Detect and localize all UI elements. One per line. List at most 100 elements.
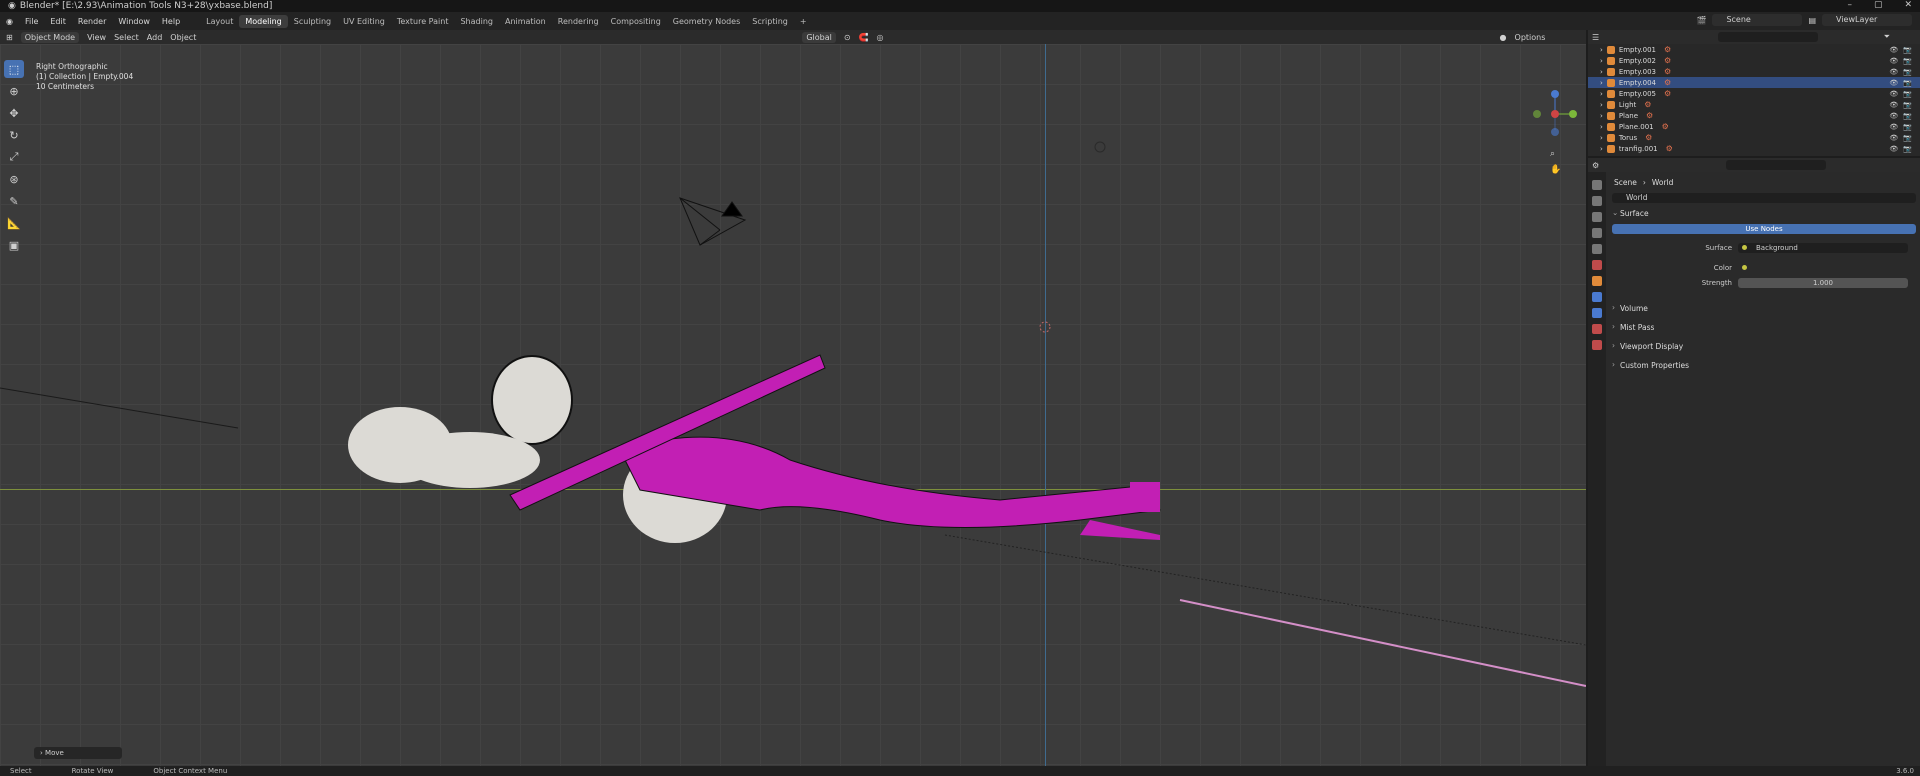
menu-help[interactable]: Help [156, 17, 186, 26]
expand-arrow-icon[interactable]: › [1600, 68, 1603, 76]
physics-tab-icon[interactable] [1592, 292, 1602, 302]
modifier-icon: ⚙ [1661, 122, 1669, 131]
menu-file[interactable]: File [19, 17, 44, 26]
tab-shading[interactable]: Shading [454, 15, 499, 28]
surface-panel-header[interactable]: Surface [1608, 203, 1920, 222]
world-properties: Scene › World World Surface Use Nodes Su… [1608, 172, 1920, 374]
3d-cursor [1039, 321, 1051, 333]
visibility-eye-icon[interactable]: 👁 [1889, 68, 1898, 76]
outliner-row[interactable]: › tranfig.001 ⚙ 👁 📷 [1588, 143, 1920, 154]
visibility-eye-icon[interactable]: 👁 [1889, 134, 1898, 142]
visibility-eye-icon[interactable]: 👁 [1889, 46, 1898, 54]
color-field[interactable] [1738, 263, 1908, 273]
custom-properties-panel-header[interactable]: Custom Properties [1608, 355, 1920, 374]
visibility-eye-icon[interactable]: 👁 [1889, 90, 1898, 98]
expand-arrow-icon[interactable]: › [1600, 112, 1603, 120]
texture-tab-icon[interactable] [1592, 340, 1602, 350]
filter-icon[interactable]: ⏷ [1884, 32, 1890, 42]
camera-object [679, 197, 747, 246]
last-operator-panel[interactable]: › Move [34, 747, 122, 759]
expand-arrow-icon[interactable]: › [1600, 134, 1603, 142]
modifier-icon: ⚙ [1663, 56, 1672, 65]
outliner-editor-icon[interactable]: ☰ [1592, 33, 1599, 42]
object-tab-icon[interactable] [1592, 276, 1602, 286]
render-camera-icon[interactable]: 📷 [1903, 101, 1912, 109]
tab-geometry-nodes[interactable]: Geometry Nodes [667, 15, 746, 28]
render-camera-icon[interactable]: 📷 [1903, 68, 1912, 76]
properties-editor-icon[interactable]: ⚙ [1592, 161, 1599, 170]
use-nodes-button[interactable]: Use Nodes [1612, 224, 1916, 234]
render-tab-icon[interactable] [1592, 196, 1602, 206]
expand-arrow-icon[interactable]: › [1600, 90, 1603, 98]
expand-arrow-icon[interactable]: › [1600, 79, 1603, 87]
modifier-icon: ⚙ [1646, 111, 1654, 120]
properties-search-input[interactable] [1726, 160, 1826, 170]
tab-compositing[interactable]: Compositing [605, 15, 667, 28]
tab-scripting[interactable]: Scripting [746, 15, 794, 28]
tab-sculpting[interactable]: Sculpting [288, 15, 337, 28]
outliner-row[interactable]: › Empty.005 ⚙ 👁 📷 [1588, 88, 1920, 99]
view-layer-selector[interactable]: ViewLayer [1822, 14, 1912, 26]
tab-uv-editing[interactable]: UV Editing [337, 15, 391, 28]
render-camera-icon[interactable]: 📷 [1903, 145, 1912, 153]
outliner-search-input[interactable] [1718, 32, 1818, 42]
menu-render[interactable]: Render [72, 17, 112, 26]
outliner-row[interactable]: › Empty.004 ⚙ 👁 📷 [1588, 77, 1920, 88]
maximize-button[interactable]: ▢ [1874, 0, 1883, 10]
visibility-eye-icon[interactable]: 👁 [1889, 79, 1898, 87]
tab-layout[interactable]: Layout [200, 15, 239, 28]
visibility-eye-icon[interactable]: 👁 [1889, 101, 1898, 109]
expand-arrow-icon[interactable]: › [1600, 123, 1603, 131]
outliner-row[interactable]: › Empty.001 ⚙ 👁 📷 [1588, 44, 1920, 55]
mist-pass-panel-header[interactable]: Mist Pass [1608, 317, 1920, 336]
strength-field[interactable]: 1.000 [1738, 278, 1908, 288]
minimize-button[interactable]: – [1847, 0, 1852, 10]
expand-arrow-icon[interactable]: › [1600, 57, 1603, 65]
scene-selector[interactable]: Scene [1712, 14, 1803, 26]
render-camera-icon[interactable]: 📷 [1903, 79, 1912, 87]
tab-texture-paint[interactable]: Texture Paint [391, 15, 455, 28]
tab-rendering[interactable]: Rendering [552, 15, 605, 28]
surface-shader-field[interactable]: Background [1738, 243, 1908, 253]
volume-panel-header[interactable]: Volume [1608, 298, 1920, 317]
render-camera-icon[interactable]: 📷 [1903, 90, 1912, 98]
expand-arrow-icon[interactable]: › [1600, 46, 1603, 54]
surface-label: Surface [1705, 244, 1732, 252]
viewport-display-panel-header[interactable]: Viewport Display [1608, 336, 1920, 355]
world-selector[interactable]: World [1612, 193, 1916, 203]
expand-arrow-icon[interactable]: › [1600, 145, 1603, 153]
view-layer-tab-icon[interactable] [1592, 228, 1602, 238]
tab-modeling[interactable]: Modeling [239, 14, 288, 28]
outliner-row[interactable]: › Plane.001 ⚙ 👁 📷 [1588, 121, 1920, 132]
visibility-eye-icon[interactable]: 👁 [1889, 112, 1898, 120]
visibility-eye-icon[interactable]: 👁 [1889, 57, 1898, 65]
render-camera-icon[interactable]: 📷 [1903, 134, 1912, 142]
visibility-eye-icon[interactable]: 👁 [1889, 145, 1898, 153]
scene-tab-icon[interactable] [1592, 244, 1602, 254]
render-camera-icon[interactable]: 📷 [1903, 112, 1912, 120]
world-tab-icon[interactable] [1592, 260, 1602, 270]
data-tab-icon[interactable] [1592, 324, 1602, 334]
outliner-row[interactable]: › Plane ⚙ 👁 📷 [1588, 110, 1920, 121]
tool-tab-icon[interactable] [1592, 180, 1602, 190]
add-workspace-button[interactable]: + [794, 15, 813, 28]
blender-menu-icon[interactable]: ◉ [0, 17, 19, 26]
output-tab-icon[interactable] [1592, 212, 1602, 222]
expand-arrow-icon[interactable]: › [1600, 101, 1603, 109]
render-camera-icon[interactable]: 📷 [1903, 123, 1912, 131]
render-camera-icon[interactable]: 📷 [1903, 57, 1912, 65]
render-camera-icon[interactable]: 📷 [1903, 46, 1912, 54]
outliner-row[interactable]: › Empty.003 ⚙ 👁 📷 [1588, 66, 1920, 77]
navigation-gizmo[interactable]: ⌕ ✋ [1530, 60, 1580, 180]
close-button[interactable]: ✕ [1904, 0, 1912, 10]
visibility-eye-icon[interactable]: 👁 [1889, 123, 1898, 131]
tab-animation[interactable]: Animation [499, 15, 552, 28]
constraints-tab-icon[interactable] [1592, 308, 1602, 318]
axis-gizmo-icon[interactable]: ⌕ ✋ [1530, 60, 1580, 180]
outliner-row[interactable]: › Empty.002 ⚙ 👁 📷 [1588, 55, 1920, 66]
3d-viewport[interactable]: ⊞ Object Mode View Select Add Object Glo… [0, 30, 1586, 766]
menu-window[interactable]: Window [112, 17, 156, 26]
outliner-row[interactable]: › Light ⚙ 👁 📷 [1588, 99, 1920, 110]
menu-edit[interactable]: Edit [44, 17, 72, 26]
outliner-row[interactable]: › Torus ⚙ 👁 📷 [1588, 132, 1920, 143]
